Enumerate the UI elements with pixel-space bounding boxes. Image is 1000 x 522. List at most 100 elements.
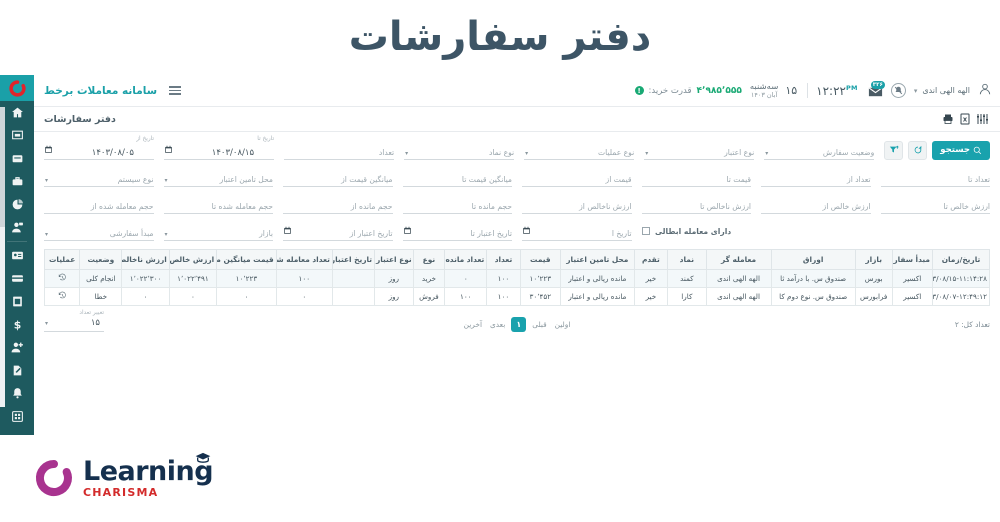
table-row[interactable]: ۱۴۰۳/۰۸/۱۵-۱۱:۱۴:۲۸ اکسیر بورس صندوق س. … <box>43 269 991 288</box>
filter-toggle-button[interactable] <box>884 140 904 160</box>
sidebar-item-edit-document[interactable] <box>0 359 34 382</box>
sidebar-item-home[interactable] <box>0 101 34 124</box>
col-symbol[interactable]: نماد <box>667 249 707 270</box>
vertical-scrollbar[interactable] <box>0 107 5 407</box>
pagination-next[interactable]: بعدی <box>488 319 507 330</box>
filter-validity-to[interactable]: تاریخ اعتبار تا <box>402 220 512 241</box>
col-actions[interactable]: عملیات <box>43 249 81 270</box>
pagination-current-page[interactable]: ۱ <box>511 316 527 332</box>
cell-price: ۳۰٬۴۵۲ <box>519 287 562 306</box>
filter-date-from[interactable]: تاریخ از ۱۴۰۳/۰۸/۰۵ <box>43 136 155 160</box>
refresh-button[interactable] <box>908 140 928 160</box>
col-type[interactable]: نوع <box>412 249 446 270</box>
cell-actions[interactable] <box>43 287 81 306</box>
sidebar-item-monitor[interactable] <box>0 124 34 147</box>
calendar-icon[interactable] <box>283 220 292 239</box>
col-traded-count[interactable]: تعداد معامله شده <box>275 249 333 270</box>
col-credit-type[interactable]: نوع اعتبار <box>374 249 414 270</box>
pagination-first[interactable]: اولین <box>553 319 573 330</box>
sidebar-item-bag[interactable] <box>0 170 34 193</box>
sidebar-item-person-money[interactable] <box>0 216 34 239</box>
history-revert-icon[interactable] <box>58 291 67 302</box>
col-validity-date[interactable]: تاریخ اعتبار <box>331 249 376 270</box>
filter-date-to[interactable]: تاریخ تا ۱۴۰۳/۰۸/۱۵ <box>164 136 275 160</box>
filter-gross-value-to[interactable]: ارزش ناخالص تا <box>641 194 751 214</box>
filter-traded-volume-to[interactable]: حجم معامله شده تا <box>163 194 273 214</box>
col-trader[interactable]: معامله گر <box>705 249 772 270</box>
filter-order-origin[interactable]: مبدأ سفارشی ▾ <box>44 221 154 241</box>
excel-export-icon[interactable]: X <box>956 111 973 127</box>
filter-price-from[interactable]: قیمت از <box>522 167 632 187</box>
filter-market[interactable]: بازار ▾ <box>163 221 273 241</box>
filter-validity-to2[interactable]: تاریخ ا <box>522 221 632 241</box>
col-price[interactable]: قیمت <box>519 249 562 270</box>
filter-price-to[interactable]: قیمت تا <box>641 167 751 187</box>
filter-count-from[interactable]: تعداد از <box>761 167 871 187</box>
hamburger-icon[interactable] <box>169 86 182 95</box>
sidebar-item-add-user[interactable] <box>0 336 34 359</box>
filter-remaining-volume-from[interactable]: حجم مانده از <box>283 194 393 214</box>
filter-order-status[interactable]: وضعیت سفارش ▾ <box>764 140 875 160</box>
filter-credit-source[interactable]: محل تامین اعتبار ▾ <box>163 167 273 187</box>
filter-traded-volume-from[interactable]: حجم معامله شده از <box>44 194 154 214</box>
mute-notification-icon[interactable] <box>890 83 906 98</box>
filter-net-value-to[interactable]: ارزش خالص تا <box>880 194 990 214</box>
print-icon[interactable] <box>939 111 956 127</box>
filter-remaining-volume-to[interactable]: حجم مانده تا <box>402 194 512 214</box>
scrollbar-thumb[interactable] <box>0 107 5 227</box>
filter-system-type[interactable]: نوع سیستم ▾ <box>44 167 154 187</box>
filter-avg-price-from[interactable]: میانگین قیمت از <box>283 167 393 187</box>
filter-credit-type[interactable]: نوع اعتبار ▾ <box>644 140 755 160</box>
sidebar-item-id-card[interactable] <box>0 244 34 267</box>
search-button[interactable]: جستجو <box>932 140 990 160</box>
col-priority[interactable]: تقدم <box>633 249 669 270</box>
col-datetime[interactable]: تاریخ/زمان <box>931 249 991 270</box>
sidebar-item-document[interactable] <box>0 290 34 313</box>
col-origin[interactable]: مبدأ سفارش <box>891 249 933 270</box>
sidebar-item-pie-chart[interactable] <box>0 193 34 216</box>
calendar-icon[interactable] <box>44 139 53 158</box>
col-net-value[interactable]: ارزش خالص <box>168 249 218 270</box>
col-security[interactable]: اوراق <box>770 249 856 270</box>
sidebar-item-grid[interactable] <box>0 405 34 428</box>
user-menu[interactable]: ▾ الهه الهی اندی <box>914 86 970 95</box>
filter-count-to[interactable]: تعداد تا <box>880 167 990 187</box>
calendar-icon[interactable] <box>522 220 531 239</box>
filter-symbol-type[interactable]: نوع نماد ▾ <box>404 140 515 160</box>
col-remaining[interactable]: تعداد مانده <box>444 249 488 270</box>
col-count[interactable]: تعداد <box>486 249 521 270</box>
filter-avg-price-to[interactable]: میانگین قیمت تا <box>402 167 512 187</box>
col-credit-source[interactable]: محل تامین اعتبار <box>560 249 635 270</box>
sidebar-item-bell[interactable] <box>0 382 34 405</box>
checkbox-icon[interactable] <box>641 226 650 236</box>
chevron-down-icon: ▾ <box>45 320 49 327</box>
filter-validity-from[interactable]: تاریخ اعتبار از <box>283 221 393 241</box>
field-underline <box>764 159 875 160</box>
filter-net-value-from[interactable]: ارزش خالص از <box>761 194 871 214</box>
cell-actions[interactable] <box>43 269 81 288</box>
col-gross-value[interactable]: ارزش ناخالص <box>121 249 170 270</box>
filter-cancelled-trade[interactable]: دارای معامله ابطالی <box>641 221 752 241</box>
filter-gross-value-from[interactable]: ارزش ناخالص از <box>522 194 632 214</box>
table-row[interactable]: ۱۴۰۳/۰۸/۰۷-۱۲:۴۹:۱۲ اکسیر فرابورس صندوق … <box>43 287 991 306</box>
sidebar-item-briefcase[interactable] <box>0 147 34 170</box>
filter-count[interactable]: تعداد <box>284 140 395 160</box>
field-underline <box>283 240 393 241</box>
col-market[interactable]: بازار <box>854 249 893 270</box>
filter-operation-type[interactable]: نوع عملیات ▾ <box>524 140 635 160</box>
avatar-icon[interactable] <box>978 81 992 100</box>
filter-net-value-to-label: ارزش خالص تا <box>943 202 990 211</box>
sidebar-item-dollar[interactable]: $ <box>0 313 34 336</box>
calendar-icon[interactable] <box>164 139 173 158</box>
charisma-c-logo[interactable] <box>0 75 34 101</box>
settings-sliders-icon[interactable] <box>973 111 990 127</box>
col-avg-price[interactable]: قیمت میانگین معامله <box>216 249 277 270</box>
sidebar-item-credit-card[interactable] <box>0 267 34 290</box>
pagination-prev[interactable]: قبلی <box>530 319 548 330</box>
calendar-icon[interactable] <box>403 220 412 239</box>
mail-icon[interactable]: ۳۲۶ <box>866 81 885 98</box>
pagination-last[interactable]: آخرین <box>462 319 484 330</box>
history-revert-icon[interactable] <box>58 273 67 284</box>
filter-gross-value-from-label: ارزش ناخالص از <box>579 202 632 211</box>
col-status[interactable]: وضعیت <box>79 249 123 270</box>
